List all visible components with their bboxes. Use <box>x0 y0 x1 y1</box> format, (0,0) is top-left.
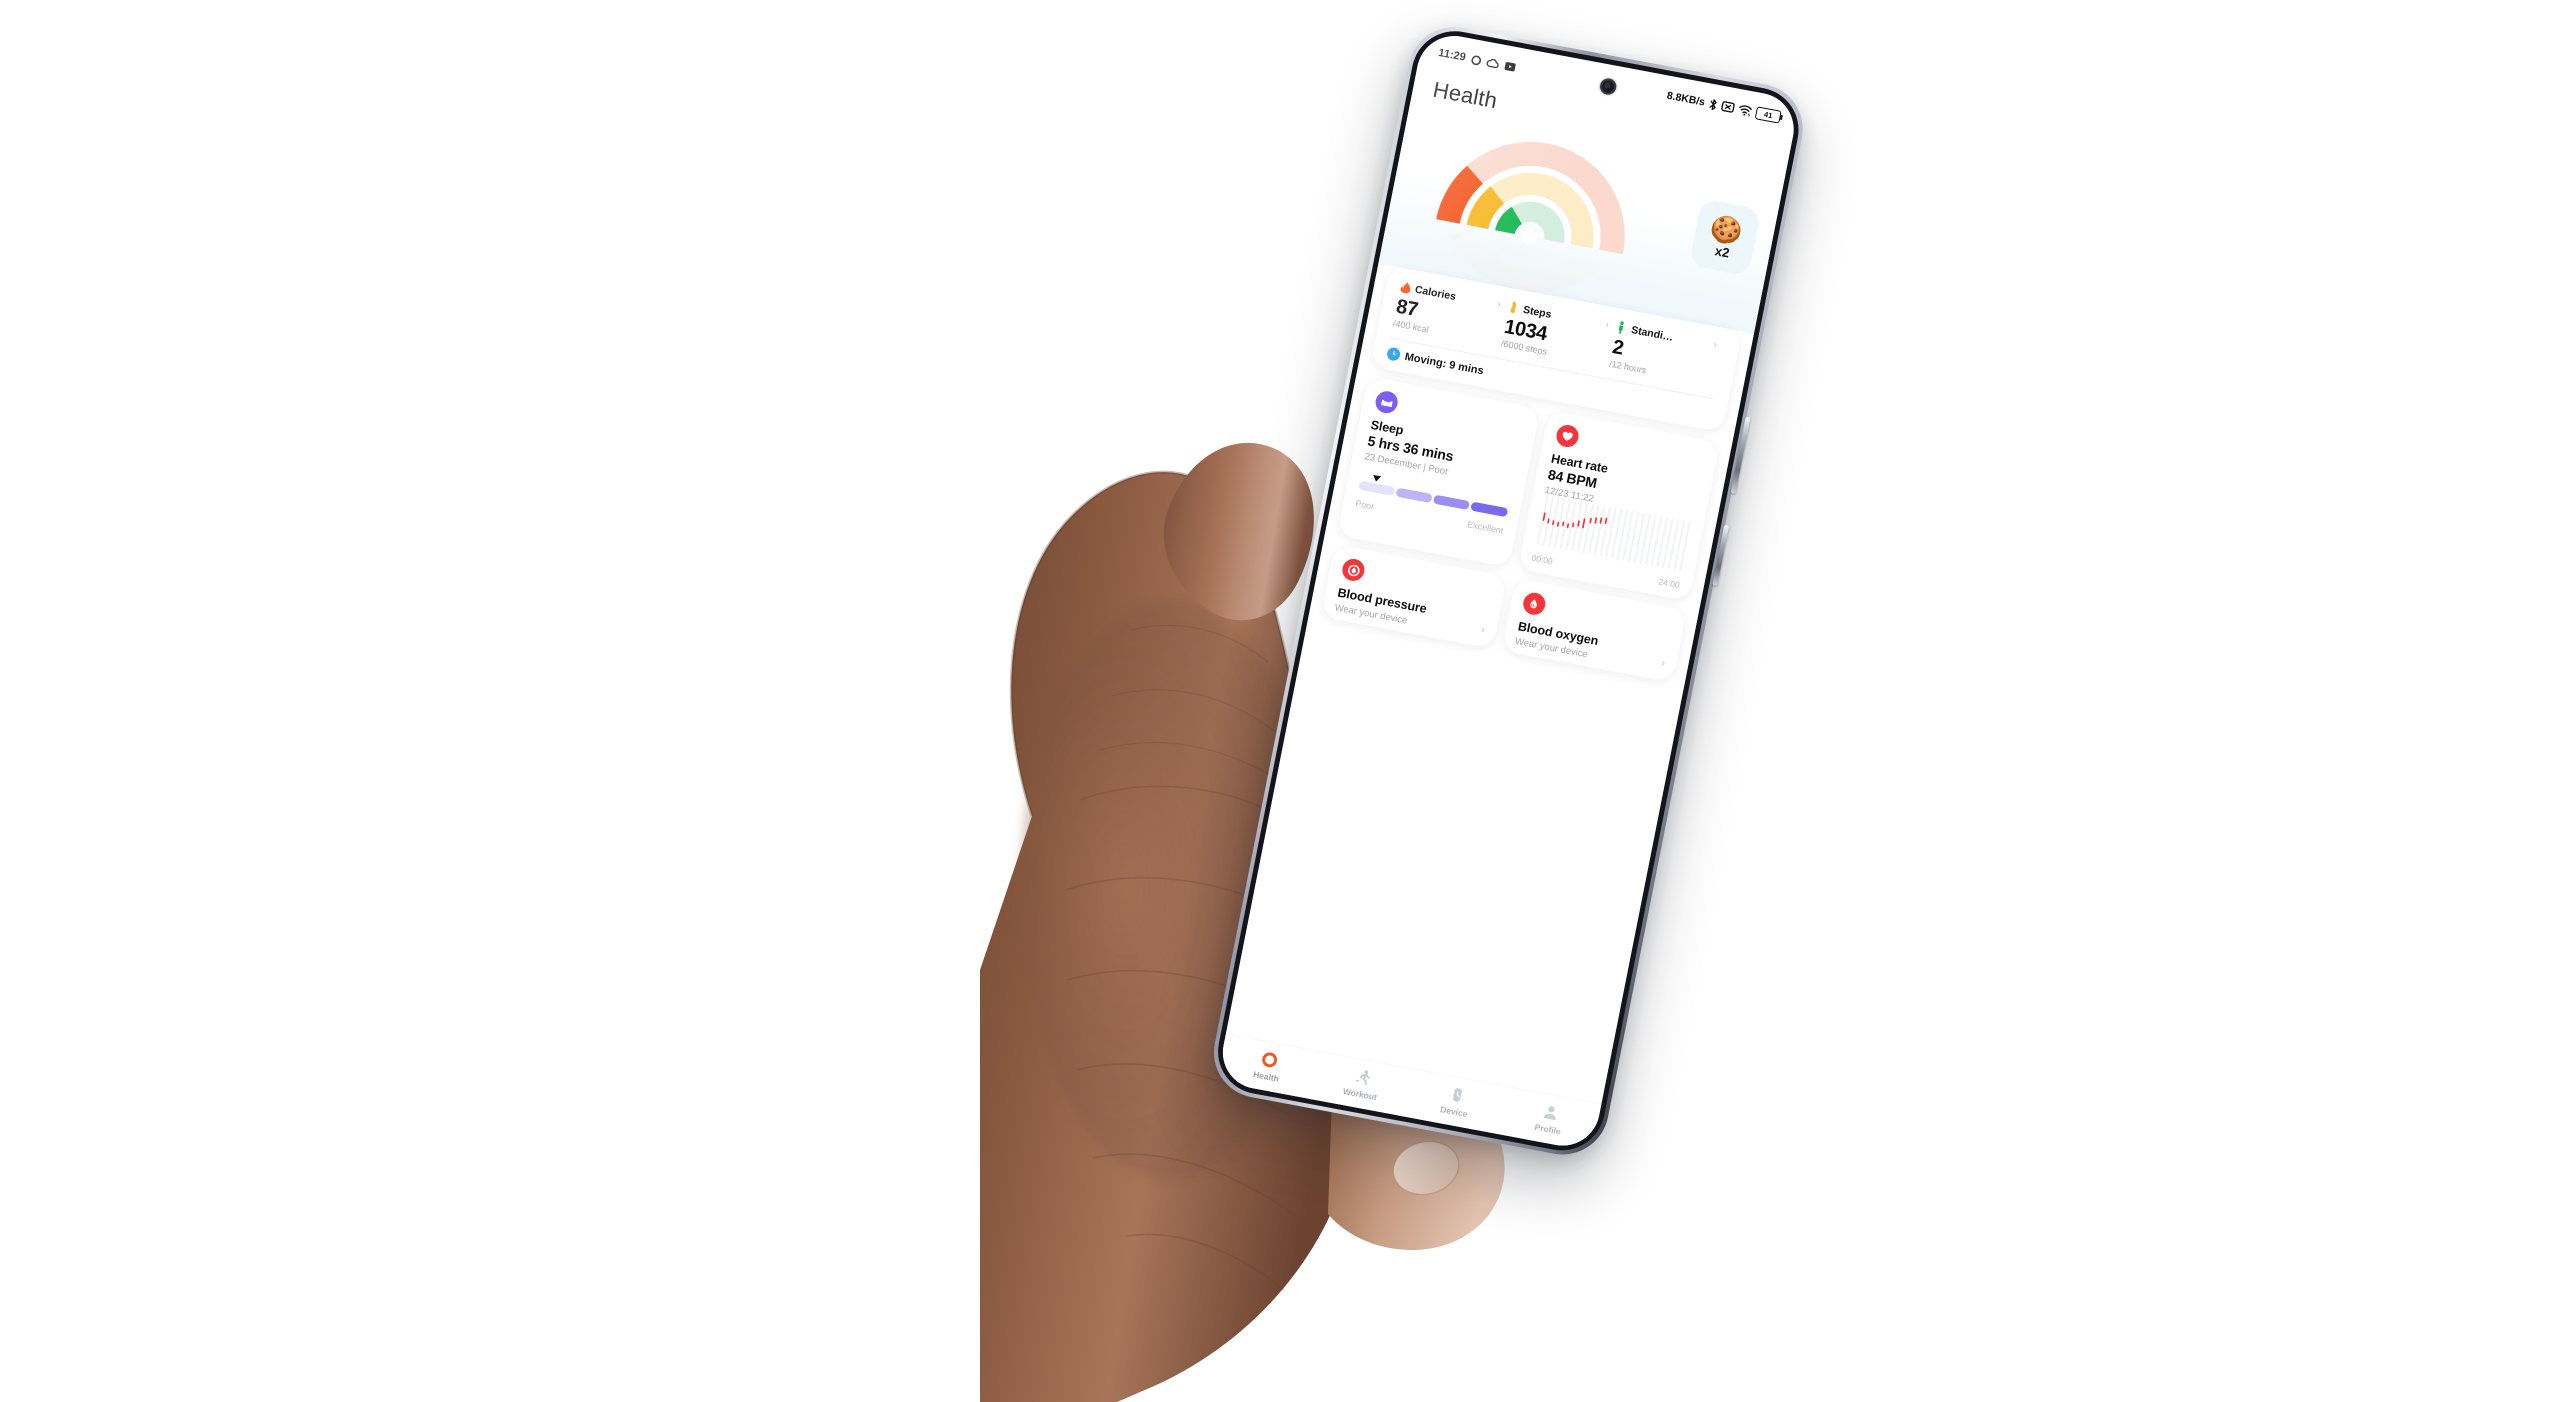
sleep-segment <box>1358 480 1396 497</box>
sleep-segment <box>1433 494 1471 511</box>
standing-person-icon <box>1615 320 1629 335</box>
scene: 11:29 8.8KB/s 6 41 Health 🍪 x2 Calories … <box>0 0 2560 1402</box>
bed-icon <box>1373 389 1400 416</box>
sleep-card[interactable]: Sleep 5 hrs 36 mins 23 December | Poor P… <box>1336 376 1540 568</box>
circle-icon <box>1469 53 1482 66</box>
sleep-scale-low: Poor <box>1354 498 1376 512</box>
chevron-right-icon[interactable]: › <box>1480 624 1486 636</box>
metric-steps[interactable]: Steps › 1034 /6000 steps <box>1500 300 1618 368</box>
battery-icon: 41 <box>1754 105 1782 124</box>
heart-rate-card[interactable]: Heart rate 84 BPM 12/23 11:22 00:00 24:0… <box>1517 410 1721 602</box>
bluetooth-icon <box>1708 97 1719 111</box>
running-icon <box>1353 1066 1374 1088</box>
sleep-segment <box>1395 487 1433 504</box>
hr-axis-end: 24:00 <box>1657 576 1681 591</box>
nav-label: Device <box>1439 1104 1469 1120</box>
metric-standing[interactable]: Standi… › 2 /12 hours <box>1608 320 1726 388</box>
phone-screen: 11:29 8.8KB/s 6 41 Health 🍪 x2 Calories … <box>1216 29 1801 1152</box>
reward-badge[interactable]: 🍪 x2 <box>1687 197 1763 278</box>
health-ring-icon <box>1259 1048 1280 1070</box>
network-speed: 8.8KB/s <box>1665 89 1707 109</box>
nav-label: Profile <box>1533 1121 1562 1137</box>
chevron-right-icon[interactable]: › <box>1660 657 1666 669</box>
sleep-marker-icon <box>1372 474 1382 483</box>
nav-item-profile[interactable]: Profile <box>1500 1094 1600 1143</box>
blood-oxygen-icon: O₂ <box>1520 590 1547 617</box>
health-app: Health + <box>1216 63 1794 1152</box>
play-box-icon <box>1503 60 1517 73</box>
flame-icon <box>1399 280 1413 295</box>
phone-device: 11:29 8.8KB/s 6 41 Health 🍪 x2 Calories … <box>1205 19 1831 1163</box>
battery-level: 41 <box>1763 109 1774 120</box>
metric-calories[interactable]: Calories › 87 /400 kcal <box>1392 280 1510 348</box>
status-time: 11:29 <box>1437 46 1467 64</box>
watch-icon <box>1447 1083 1468 1105</box>
heart-icon <box>1554 423 1580 449</box>
cloud-icon <box>1485 56 1500 69</box>
nav-item-health[interactable]: Health <box>1218 1041 1318 1090</box>
cookie-icon: 🍪 <box>1707 211 1746 247</box>
svg-text:6: 6 <box>1747 112 1751 117</box>
badge-count: x2 <box>1713 242 1731 261</box>
clock-icon <box>1385 346 1402 362</box>
nav-item-device[interactable]: Device <box>1406 1076 1506 1125</box>
chevron-right-icon[interactable]: › <box>1713 339 1726 352</box>
shoe-icon <box>1507 300 1521 315</box>
nav-item-workout[interactable]: Workout <box>1312 1059 1412 1108</box>
sleep-scale-high: Excellent <box>1466 519 1505 536</box>
person-icon <box>1540 1101 1561 1123</box>
nav-label: Health <box>1252 1069 1280 1084</box>
blood-pressure-icon <box>1340 557 1367 583</box>
hr-axis-start: 00:00 <box>1530 552 1554 567</box>
sleep-segment <box>1470 501 1508 518</box>
cards-grid: Sleep 5 hrs 36 mins 23 December | Poor P… <box>1320 376 1721 683</box>
wifi6-icon: 6 <box>1737 103 1753 117</box>
nav-label: Workout <box>1342 1085 1378 1103</box>
metric-label: Steps <box>1522 303 1553 321</box>
signal-off-icon <box>1720 100 1735 114</box>
